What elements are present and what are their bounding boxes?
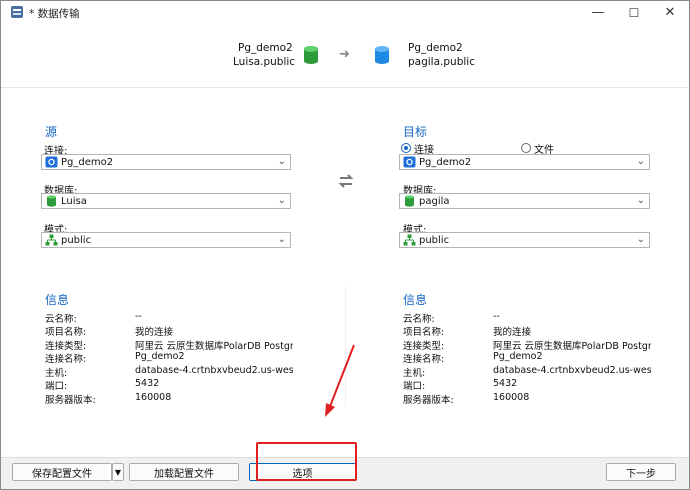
- transfer-summary-header: Pg_demo2 Luisa.public ➜ Pg_demo2 pagila.…: [1, 24, 689, 88]
- target-connection-name: Pg_demo2: [408, 42, 463, 54]
- source-database-select[interactable]: Luisa ⌄: [41, 193, 291, 209]
- target-connection-select[interactable]: Pg_demo2 ⌄: [399, 154, 650, 170]
- swap-icon[interactable]: [337, 172, 355, 190]
- window-title: * 数据传输: [29, 8, 80, 20]
- source-section-title: 源: [45, 125, 58, 139]
- info-value: 160008: [493, 392, 530, 403]
- caret-down-icon: ▼: [114, 467, 122, 477]
- load-profile-button[interactable]: 加载配置文件: [129, 463, 239, 481]
- source-info-title: 信息: [45, 293, 70, 307]
- source-connection-value: Pg_demo2: [61, 156, 114, 168]
- info-key: 连接类型:: [403, 341, 445, 352]
- info-value: Pg_demo2: [135, 351, 185, 362]
- chevron-down-icon: ⌄: [277, 195, 286, 206]
- info-key: 云名称:: [403, 314, 435, 325]
- connection-icon: [403, 156, 416, 168]
- title-bar[interactable]: * 数据传输 — ☐ ✕: [1, 1, 689, 24]
- info-value: 阿里云 云原生数据库PolarDB PostgreS: [493, 341, 651, 352]
- info-value: 5432: [493, 378, 518, 389]
- save-profile-dropdown-button[interactable]: ▼: [112, 463, 124, 481]
- target-schema-value: public: [419, 234, 450, 246]
- chevron-down-icon: ⌄: [636, 234, 645, 245]
- data-transfer-window: * 数据传输 — ☐ ✕ Pg_demo2 Luisa.public ➜ Pg_…: [0, 0, 690, 490]
- database-icon: [405, 195, 414, 207]
- target-schema-select[interactable]: public ⌄: [399, 232, 650, 248]
- info-value: 阿里云 云原生数据库PolarDB PostgreS: [135, 341, 293, 352]
- chevron-down-icon: ⌄: [636, 195, 645, 206]
- info-key: 主机:: [403, 368, 426, 379]
- minimize-button[interactable]: —: [581, 1, 615, 24]
- target-file-radio[interactable]: [521, 143, 531, 153]
- info-key: 端口:: [403, 381, 426, 392]
- info-key: 连接名称:: [403, 354, 445, 365]
- next-button[interactable]: 下一步: [606, 463, 676, 481]
- target-schema-name: pagila.public: [408, 56, 475, 68]
- annotation-highlight-box: [256, 442, 357, 481]
- target-connection-value: Pg_demo2: [419, 156, 472, 168]
- annotation-arrow: [325, 344, 355, 417]
- chevron-down-icon: ⌄: [277, 156, 286, 167]
- target-database-icon: [375, 46, 389, 64]
- target-section-title: 目标: [403, 125, 428, 139]
- info-key: 主机:: [45, 368, 68, 379]
- chevron-down-icon: ⌄: [636, 156, 645, 167]
- info-key: 端口:: [45, 381, 68, 392]
- info-key: 连接名称:: [45, 354, 87, 365]
- app-icon: [11, 6, 23, 18]
- save-profile-button[interactable]: 保存配置文件: [12, 463, 112, 481]
- source-schema-select[interactable]: public ⌄: [41, 232, 291, 248]
- transfer-arrow-icon: ➜: [339, 47, 350, 62]
- info-value: 我的连接: [135, 327, 174, 338]
- target-connection-radio[interactable]: [401, 143, 411, 153]
- info-value: 我的连接: [493, 327, 532, 338]
- info-key: 服务器版本:: [403, 395, 454, 406]
- info-value: 160008: [135, 392, 172, 403]
- target-database-value: pagila: [419, 195, 450, 207]
- target-info-title: 信息: [403, 293, 428, 307]
- chevron-down-icon: ⌄: [277, 234, 286, 245]
- info-value: database-4.crtnbxvbeud2.us-west-2.: [135, 365, 293, 376]
- info-value: 5432: [135, 378, 160, 389]
- info-key: 项目名称:: [403, 327, 445, 338]
- info-key: 连接类型:: [45, 341, 87, 352]
- source-schema-name: Luisa.public: [233, 56, 296, 68]
- info-key: 项目名称:: [45, 327, 87, 338]
- source-schema-value: public: [61, 234, 92, 246]
- source-database-icon: [304, 46, 318, 64]
- close-button[interactable]: ✕: [653, 1, 687, 24]
- source-database-value: Luisa: [61, 195, 87, 207]
- maximize-button[interactable]: ☐: [617, 1, 651, 24]
- info-key: 云名称:: [45, 314, 77, 325]
- source-connection-name: Pg_demo2: [238, 42, 293, 54]
- database-icon: [47, 195, 56, 207]
- info-key: 服务器版本:: [45, 395, 96, 406]
- info-value: database-4.crtnbxvbeud2.us-west-2.: [493, 365, 651, 376]
- connection-icon: [45, 156, 58, 168]
- info-value: --: [135, 311, 142, 322]
- target-database-select[interactable]: pagila ⌄: [399, 193, 650, 209]
- source-connection-select[interactable]: Pg_demo2 ⌄: [41, 154, 291, 170]
- schema-icon: [45, 234, 58, 246]
- info-value: --: [493, 311, 500, 322]
- info-value: Pg_demo2: [493, 351, 543, 362]
- schema-icon: [403, 234, 416, 246]
